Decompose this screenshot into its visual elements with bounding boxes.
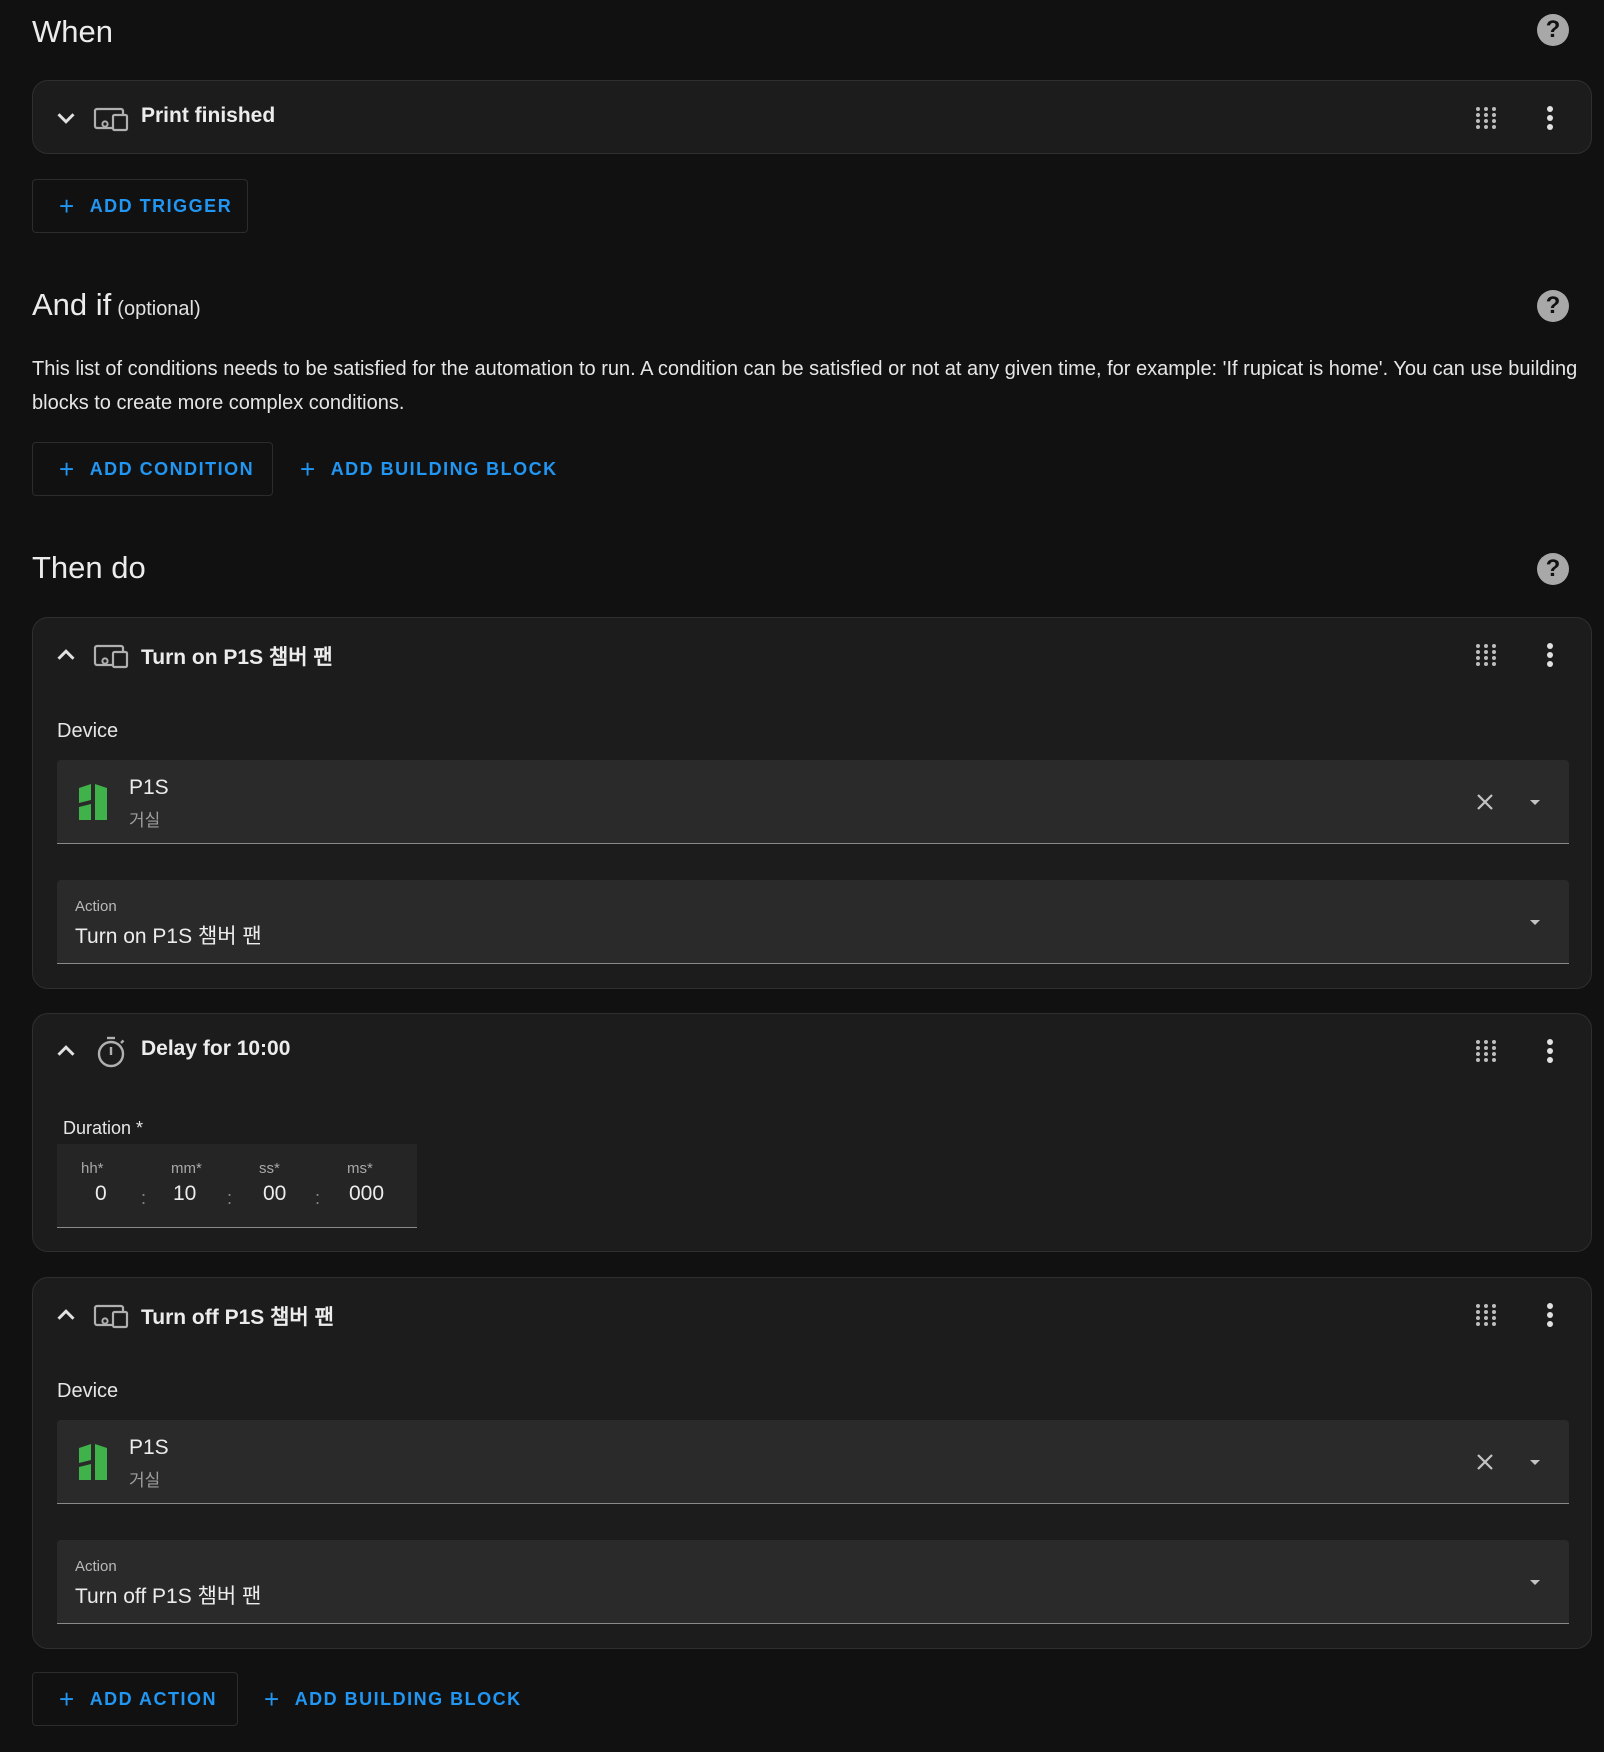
- and-if-section-title: And if (optional): [32, 287, 201, 323]
- seconds-field[interactable]: ss* 00: [245, 1144, 315, 1228]
- hours-label: hh*: [81, 1160, 104, 1177]
- help-circle-icon[interactable]: ?: [1537, 553, 1569, 585]
- drag-handle-icon[interactable]: [1473, 642, 1499, 668]
- device-picker[interactable]: P1S 거실: [57, 1420, 1569, 1504]
- seconds-label: ss*: [259, 1160, 280, 1177]
- action-label: Action: [75, 898, 117, 915]
- action-card: Turn off P1S 챔버 팬 Device P1S 거실 Action T…: [32, 1277, 1592, 1649]
- more-vertical-icon[interactable]: [1535, 640, 1565, 670]
- drag-handle-icon[interactable]: [1473, 1038, 1499, 1064]
- device-area: 거실: [129, 811, 161, 830]
- device-picker[interactable]: P1S 거실: [57, 760, 1569, 844]
- plus-icon: +: [300, 454, 317, 484]
- add-condition-label: ADD CONDITION: [89, 458, 255, 479]
- when-section-title: When: [32, 14, 113, 49]
- chevron-up-icon[interactable]: [51, 640, 81, 670]
- more-vertical-icon[interactable]: [1535, 1300, 1565, 1330]
- menu-down-icon[interactable]: [1523, 790, 1547, 814]
- devices-icon: [93, 1304, 129, 1329]
- add-building-block-label: ADD BUILDING BLOCK: [330, 458, 558, 479]
- seconds-value: 00: [263, 1182, 287, 1205]
- add-action-button[interactable]: + ADD ACTION: [32, 1672, 238, 1726]
- chevron-down-icon[interactable]: [51, 103, 81, 133]
- menu-down-icon[interactable]: [1523, 910, 1547, 934]
- action-title: Turn off P1S 챔버 팬: [141, 1306, 334, 1329]
- milliseconds-field[interactable]: ms* 000: [333, 1144, 403, 1228]
- plus-icon: +: [59, 454, 76, 484]
- chevron-up-icon[interactable]: [51, 1036, 81, 1066]
- and-if-title: And if: [32, 287, 112, 322]
- action-card-header[interactable]: Turn off P1S 챔버 팬: [33, 1278, 1591, 1352]
- more-vertical-icon[interactable]: [1535, 1036, 1565, 1066]
- action-value: Turn on P1S 챔버 팬: [75, 925, 262, 948]
- device-name: P1S: [129, 1436, 169, 1459]
- add-trigger-button[interactable]: + ADD TRIGGER: [32, 179, 248, 233]
- action-select[interactable]: Action Turn on P1S 챔버 팬: [57, 880, 1569, 964]
- action-card-header[interactable]: Turn on P1S 챔버 팬: [33, 618, 1591, 692]
- close-icon[interactable]: [1473, 790, 1497, 814]
- action-label: Action: [75, 1558, 117, 1575]
- more-vertical-icon[interactable]: [1535, 103, 1565, 133]
- time-separator: :: [141, 1188, 147, 1208]
- hours-value: 0: [95, 1182, 107, 1205]
- add-building-block-button[interactable]: + ADD BUILDING BLOCK: [238, 1672, 546, 1726]
- close-icon[interactable]: [1473, 1450, 1497, 1474]
- help-circle-icon[interactable]: ?: [1537, 290, 1569, 322]
- then-do-section-title: Then do: [32, 550, 146, 585]
- drag-handle-icon[interactable]: [1473, 105, 1499, 131]
- action-value: Turn off P1S 챔버 팬: [75, 1585, 262, 1608]
- trigger-card-header[interactable]: Print finished: [33, 81, 1591, 155]
- bambu-logo-icon: [79, 1444, 107, 1480]
- duration-input: hh* 0 : mm* 10 : ss* 00 : ms* 000: [57, 1144, 417, 1228]
- trigger-title: Print finished: [141, 104, 276, 127]
- bambu-logo-icon: [79, 784, 107, 820]
- delay-card: Delay for 10:00 Duration * hh* 0 : mm* 1…: [32, 1013, 1592, 1252]
- devices-icon: [93, 107, 129, 132]
- plus-icon: +: [59, 1684, 76, 1714]
- add-building-block-label: ADD BUILDING BLOCK: [294, 1688, 522, 1709]
- delay-card-header[interactable]: Delay for 10:00: [33, 1014, 1591, 1088]
- time-separator: :: [227, 1188, 233, 1208]
- timer-icon: [97, 1036, 125, 1068]
- devices-icon: [93, 644, 129, 669]
- plus-icon: +: [59, 191, 76, 221]
- optional-label: (optional): [117, 298, 201, 320]
- menu-down-icon[interactable]: [1523, 1570, 1547, 1594]
- action-title: Turn on P1S 챔버 팬: [141, 646, 333, 669]
- hours-field[interactable]: hh* 0: [69, 1144, 139, 1228]
- duration-label: Duration *: [63, 1118, 144, 1138]
- time-separator: :: [315, 1188, 321, 1208]
- device-label: Device: [57, 720, 119, 742]
- device-area: 거실: [129, 1471, 161, 1490]
- device-name: P1S: [129, 776, 169, 799]
- chevron-up-icon[interactable]: [51, 1300, 81, 1330]
- action-card: Turn on P1S 챔버 팬 Device P1S 거실 Action Tu…: [32, 617, 1592, 989]
- add-action-label: ADD ACTION: [89, 1688, 218, 1709]
- minutes-field[interactable]: mm* 10: [157, 1144, 227, 1228]
- trigger-card[interactable]: Print finished: [32, 80, 1592, 154]
- delay-title: Delay for 10:00: [141, 1037, 291, 1060]
- add-condition-button[interactable]: + ADD CONDITION: [32, 442, 273, 496]
- drag-handle-icon[interactable]: [1473, 1302, 1499, 1328]
- help-circle-icon[interactable]: ?: [1537, 14, 1569, 46]
- milliseconds-label: ms*: [347, 1160, 373, 1177]
- minutes-value: 10: [173, 1182, 197, 1205]
- conditions-description: This list of conditions needs to be sati…: [32, 358, 1578, 414]
- action-select[interactable]: Action Turn off P1S 챔버 팬: [57, 1540, 1569, 1624]
- minutes-label: mm*: [171, 1160, 202, 1177]
- device-label: Device: [57, 1380, 119, 1402]
- milliseconds-value: 000: [349, 1182, 385, 1205]
- menu-down-icon[interactable]: [1523, 1450, 1547, 1474]
- add-building-block-button[interactable]: + ADD BUILDING BLOCK: [274, 442, 582, 496]
- plus-icon: +: [264, 1684, 281, 1714]
- add-trigger-label: ADD TRIGGER: [89, 195, 233, 216]
